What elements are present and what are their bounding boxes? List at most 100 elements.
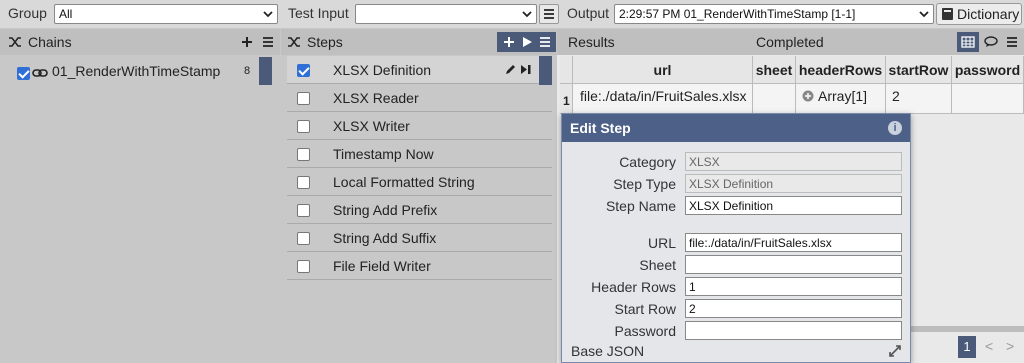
test-input-select[interactable] [355, 4, 537, 24]
column-header-startrow[interactable]: startRow [886, 56, 952, 84]
column-header-headerrows[interactable]: headerRows [796, 56, 886, 84]
horizontal-scrollbar[interactable] [911, 326, 1024, 332]
column-header-url[interactable]: url [573, 56, 753, 84]
category-row: Category XLSX [562, 152, 912, 172]
table-cell-password[interactable] [952, 84, 1024, 114]
header-rows-input[interactable]: 1 [685, 277, 902, 296]
results-title: Results [568, 34, 615, 50]
url-input[interactable]: file:./data/in/FruitSales.xlsx [685, 233, 902, 252]
dictionary-button[interactable]: Dictionary [936, 3, 1022, 25]
table-cell-url[interactable]: file:./data/in/FruitSales.xlsx [573, 84, 753, 114]
step-item[interactable]: XLSX Writer [287, 112, 552, 140]
chain-checkbox[interactable] [17, 67, 30, 80]
steps-menu-button[interactable] [535, 32, 555, 52]
dialog-title: Edit Step [570, 120, 631, 136]
table-view-button[interactable] [957, 32, 979, 52]
row-index-header [560, 56, 573, 84]
test-input-menu-button[interactable] [539, 4, 559, 24]
dialog-title-bar[interactable]: Edit Step i [562, 114, 910, 142]
menu-icon [263, 37, 273, 47]
step-item[interactable]: Timestamp Now [287, 140, 552, 168]
start-row-input[interactable]: 2 [685, 299, 902, 318]
chain-item[interactable]: 01_RenderWithTimeStamp 8 [10, 61, 272, 85]
header-rows-row: Header Rows 1 [562, 277, 912, 297]
step-forward-icon[interactable] [520, 64, 532, 75]
step-label: XLSX Reader [333, 90, 419, 106]
info-icon[interactable]: i [888, 121, 902, 135]
group-select-value: All [59, 7, 73, 21]
table-cell-headerrows[interactable]: Array[1] [796, 84, 886, 114]
step-item[interactable]: XLSX Reader [287, 84, 552, 112]
chains-header: Chains [0, 29, 280, 55]
run-step-button[interactable] [517, 32, 537, 52]
step-item[interactable]: File Field Writer [287, 252, 552, 280]
table-icon [961, 36, 975, 48]
step-checkbox[interactable] [297, 92, 310, 105]
step-item[interactable]: Local Formatted String [287, 168, 552, 196]
step-item[interactable]: XLSX Definition [287, 56, 552, 84]
column-header-sheet[interactable]: sheet [753, 56, 796, 84]
comment-view-button[interactable] [981, 32, 1001, 52]
sheet-label: Sheet [639, 257, 676, 273]
step-checkbox[interactable] [297, 176, 310, 189]
step-label: String Add Suffix [333, 230, 437, 246]
step-checkbox[interactable] [297, 260, 310, 273]
edit-step-dialog: Edit Step i Category XLSX Step Type XLSX… [561, 113, 911, 363]
row-index: 1 [560, 84, 573, 114]
results-status: Completed [756, 34, 824, 50]
table-cell-startrow[interactable]: 2 [886, 84, 952, 114]
shuffle-icon [9, 37, 21, 47]
header-rows-label: Header Rows [591, 279, 676, 295]
shuffle-icon [288, 37, 300, 47]
chains-menu-button[interactable] [258, 32, 278, 52]
results-menu-button[interactable] [1002, 32, 1022, 52]
chevron-down-icon [522, 11, 532, 18]
chain-step-count: 8 [244, 65, 251, 77]
step-name-input[interactable]: XLSX Definition [685, 196, 902, 215]
step-checkbox[interactable] [297, 64, 310, 77]
category-label: Category [619, 154, 676, 170]
step-label: String Add Prefix [333, 202, 438, 218]
group-select[interactable]: All [54, 4, 278, 24]
step-checkbox[interactable] [297, 148, 310, 161]
chains-panel [0, 55, 280, 363]
step-type-row: Step Type XLSX Definition [562, 174, 912, 194]
steps-title: Steps [307, 34, 343, 50]
password-label: Password [614, 323, 676, 339]
step-item[interactable]: String Add Suffix [287, 224, 552, 252]
pencil-icon[interactable] [504, 63, 517, 76]
play-icon [523, 37, 532, 47]
table-cell-sheet[interactable] [753, 84, 796, 114]
page-button[interactable]: 1 [958, 336, 976, 358]
password-input[interactable] [685, 321, 902, 340]
step-name-label: Step Name [605, 198, 676, 214]
expand-icon[interactable] [802, 90, 814, 102]
step-checkbox[interactable] [297, 232, 310, 245]
prev-page-icon[interactable]: < [985, 338, 993, 354]
step-label: Timestamp Now [333, 146, 434, 162]
next-page-icon[interactable]: > [1006, 338, 1014, 354]
expand-arrows-icon[interactable] [888, 344, 902, 358]
step-checkbox[interactable] [297, 204, 310, 217]
chain-scrollbar[interactable] [259, 57, 272, 85]
sheet-row: Sheet [562, 255, 912, 275]
step-scrollbar[interactable] [539, 56, 552, 85]
start-row-row: Start Row 2 [562, 299, 912, 319]
chains-title: Chains [28, 34, 72, 50]
start-row-label: Start Row [614, 301, 676, 317]
sheet-input[interactable] [685, 255, 902, 274]
column-header-password[interactable]: password [952, 56, 1024, 84]
add-chain-button[interactable] [237, 32, 257, 52]
step-item[interactable]: String Add Prefix [287, 196, 552, 224]
password-row: Password [562, 321, 912, 341]
step-name-row: Step Name XLSX Definition [562, 196, 912, 216]
group-label: Group [8, 5, 47, 21]
test-input-label: Test Input [288, 5, 349, 21]
add-step-button[interactable] [499, 32, 519, 52]
plus-icon [504, 37, 514, 47]
step-type-field: XLSX Definition [685, 174, 902, 193]
step-label: XLSX Definition [333, 62, 432, 78]
top-toolbar: Group All Test Input Output 2:29:57 PM 0… [0, 0, 1024, 28]
output-select[interactable]: 2:29:57 PM 01_RenderWithTimeStamp [1-1] [614, 4, 934, 24]
step-checkbox[interactable] [297, 120, 310, 133]
